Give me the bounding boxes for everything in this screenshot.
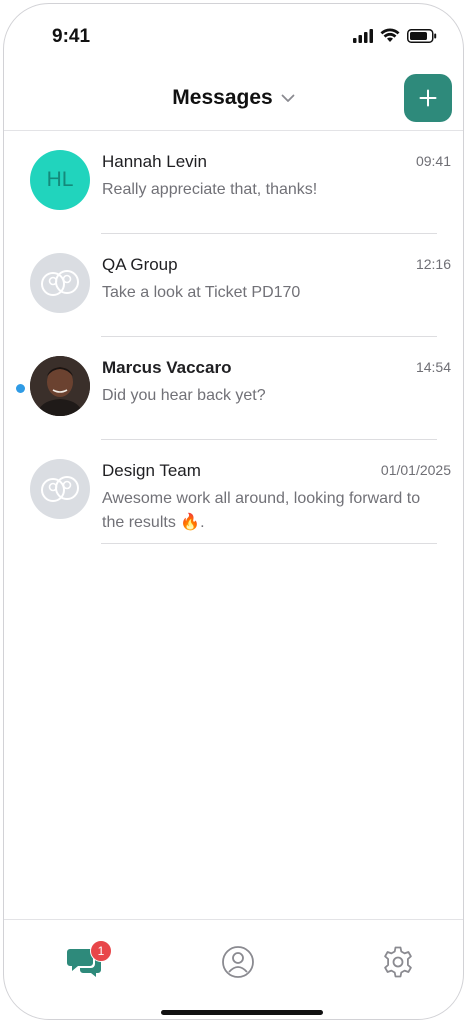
conversation-row[interactable]: QA Group 12:16 Take a look at Ticket PD1… [4,234,463,337]
phone-frame: 9:41 Messages HL Hannah Levin 09:41 Real… [3,3,464,1020]
divider [101,543,437,544]
message-preview: Did you hear back yet? [102,387,266,404]
header: Messages [4,68,463,131]
message-preview: Really appreciate that, thanks! [102,181,318,198]
signal-icon [353,28,373,43]
contact-name: Hannah Levin [102,152,207,171]
plus-icon [419,89,437,107]
contact-name: QA Group [102,255,178,274]
new-message-button[interactable] [404,74,452,122]
conversation-row[interactable]: HL Hannah Levin 09:41 Really appreciate … [4,131,463,234]
message-time: 09:41 [415,153,451,169]
wifi-icon [380,28,400,42]
message-time: 14:54 [415,359,451,375]
avatar [30,253,90,313]
group-avatar-icon [41,476,79,502]
profile-icon [222,946,254,978]
avatar: HL [30,150,90,210]
conversation-list: HL Hannah Levin 09:41 Really appreciate … [4,131,463,544]
unread-indicator [16,384,25,393]
message-preview: Awesome work all around, looking forward… [102,490,421,531]
message-time: 12:16 [415,256,451,272]
avatar [30,356,90,416]
contact-name: Design Team [102,461,201,480]
header-title-dropdown[interactable]: Messages [4,86,463,110]
status-icons [353,28,437,43]
group-avatar-icon [41,270,79,296]
status-time: 9:41 [52,26,91,47]
gear-icon [384,946,412,978]
message-preview: Take a look at Ticket PD170 [102,284,301,301]
status-bar: 9:41 [4,4,463,68]
conversation-row[interactable]: Marcus Vaccaro 14:54 Did you hear back y… [4,337,463,440]
tab-bar: 1 [4,919,463,1019]
page-title: Messages [172,86,273,109]
unread-badge: 1 [90,940,112,962]
avatar-initials: HL [46,168,74,191]
contact-name: Marcus Vaccaro [102,358,232,377]
chevron-down-icon [281,94,295,102]
tab-profile[interactable] [216,940,260,984]
conversation-row[interactable]: Design Team 01/01/2025 Awesome work all … [4,440,463,544]
profile-photo [30,356,90,416]
message-time: 01/01/2025 [380,462,451,478]
tab-settings[interactable] [376,940,420,984]
avatar [30,459,90,519]
home-indicator [161,1010,323,1015]
battery-icon [407,28,437,43]
